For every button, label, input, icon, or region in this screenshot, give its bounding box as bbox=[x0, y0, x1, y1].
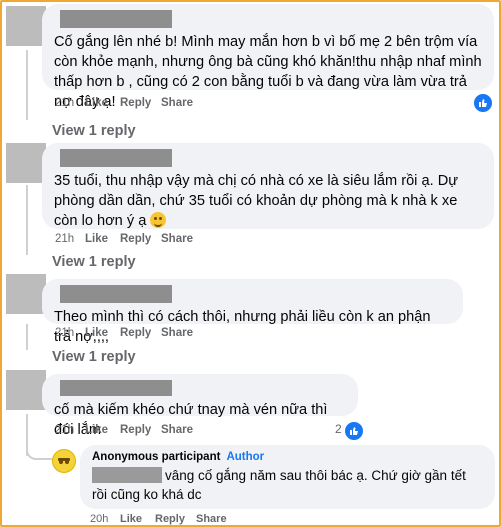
reply-bubble: Anonymous participant Author vâng cố gắng… bbox=[80, 445, 495, 509]
view-replies-link[interactable]: View 1 reply bbox=[52, 123, 136, 139]
view-replies-link[interactable]: View 1 reply bbox=[52, 254, 136, 270]
redacted-name[interactable] bbox=[60, 380, 172, 396]
reply-connector bbox=[26, 442, 52, 460]
redacted-name[interactable] bbox=[60, 149, 172, 167]
like-reaction-icon[interactable] bbox=[472, 92, 494, 114]
reply-button[interactable]: Reply bbox=[155, 513, 196, 525]
reply-button[interactable]: Reply bbox=[120, 97, 161, 109]
thread-line bbox=[26, 324, 28, 350]
comment-time[interactable]: 21h bbox=[55, 233, 85, 245]
comment-bubble: cố mà kiếm khéo chứ tnay mà vén nữa thì … bbox=[42, 374, 358, 438]
comment-time[interactable]: 21h bbox=[55, 327, 85, 339]
thread-line bbox=[26, 50, 28, 120]
comment-actions: 21h Like Reply Share bbox=[55, 233, 193, 245]
comment-time[interactable]: 21h bbox=[55, 424, 85, 436]
avatar[interactable] bbox=[6, 274, 46, 314]
like-button[interactable]: Like bbox=[85, 233, 120, 245]
anonymous-avatar-icon[interactable] bbox=[52, 449, 76, 473]
comment-text: 35 tuổi, thu nhập vậy mà chị có nhà có x… bbox=[54, 173, 459, 229]
redacted-name[interactable] bbox=[60, 10, 172, 28]
comment-actions: 21h Like Reply Share bbox=[55, 424, 193, 436]
reply-button[interactable]: Reply bbox=[120, 424, 161, 436]
comment-bubble: 35 tuổi, thu nhập vậy mà chị có nhà có x… bbox=[42, 143, 494, 229]
comment-actions: 21h Like Reply Share bbox=[55, 97, 193, 109]
reply-button[interactable]: Reply bbox=[120, 233, 161, 245]
like-button[interactable]: Like bbox=[85, 424, 120, 436]
thread-line bbox=[26, 185, 28, 255]
grinning-face-emoji-icon bbox=[150, 212, 167, 228]
like-button[interactable]: Like bbox=[85, 97, 120, 109]
like-button[interactable]: Like bbox=[85, 327, 120, 339]
share-button[interactable]: Share bbox=[161, 424, 193, 436]
comment-actions: 21h Like Reply Share bbox=[55, 327, 193, 339]
avatar[interactable] bbox=[6, 143, 46, 183]
share-button[interactable]: Share bbox=[161, 97, 193, 109]
avatar[interactable] bbox=[6, 6, 46, 46]
reply-actions: 20h Like Reply Share bbox=[90, 513, 227, 525]
comment-bubble: Cố gắng lên nhé b! Mình may mắn hơn b vì… bbox=[42, 4, 494, 110]
author-badge: Author bbox=[226, 451, 265, 463]
reply-time[interactable]: 20h bbox=[90, 513, 120, 525]
share-button[interactable]: Share bbox=[161, 327, 193, 339]
redacted-name[interactable] bbox=[60, 285, 172, 303]
comment-bubble: Theo mình thì có cách thôi, nhưng phải l… bbox=[42, 279, 463, 345]
like-button[interactable]: Like bbox=[120, 513, 155, 525]
like-reaction-icon[interactable] bbox=[343, 420, 365, 442]
comment-time[interactable]: 21h bbox=[55, 97, 85, 109]
reaction-count[interactable]: 2 bbox=[335, 422, 342, 436]
view-replies-link[interactable]: View 1 reply bbox=[52, 349, 136, 365]
reply-author-name[interactable]: Anonymous participant bbox=[92, 451, 220, 463]
comments-panel: Cố gắng lên nhé b! Mình may mắn hơn b vì… bbox=[0, 0, 501, 527]
redacted-mention bbox=[92, 467, 162, 483]
avatar[interactable] bbox=[6, 370, 46, 410]
reply-button[interactable]: Reply bbox=[120, 327, 161, 339]
share-button[interactable]: Share bbox=[161, 233, 193, 245]
share-button[interactable]: Share bbox=[196, 513, 227, 525]
